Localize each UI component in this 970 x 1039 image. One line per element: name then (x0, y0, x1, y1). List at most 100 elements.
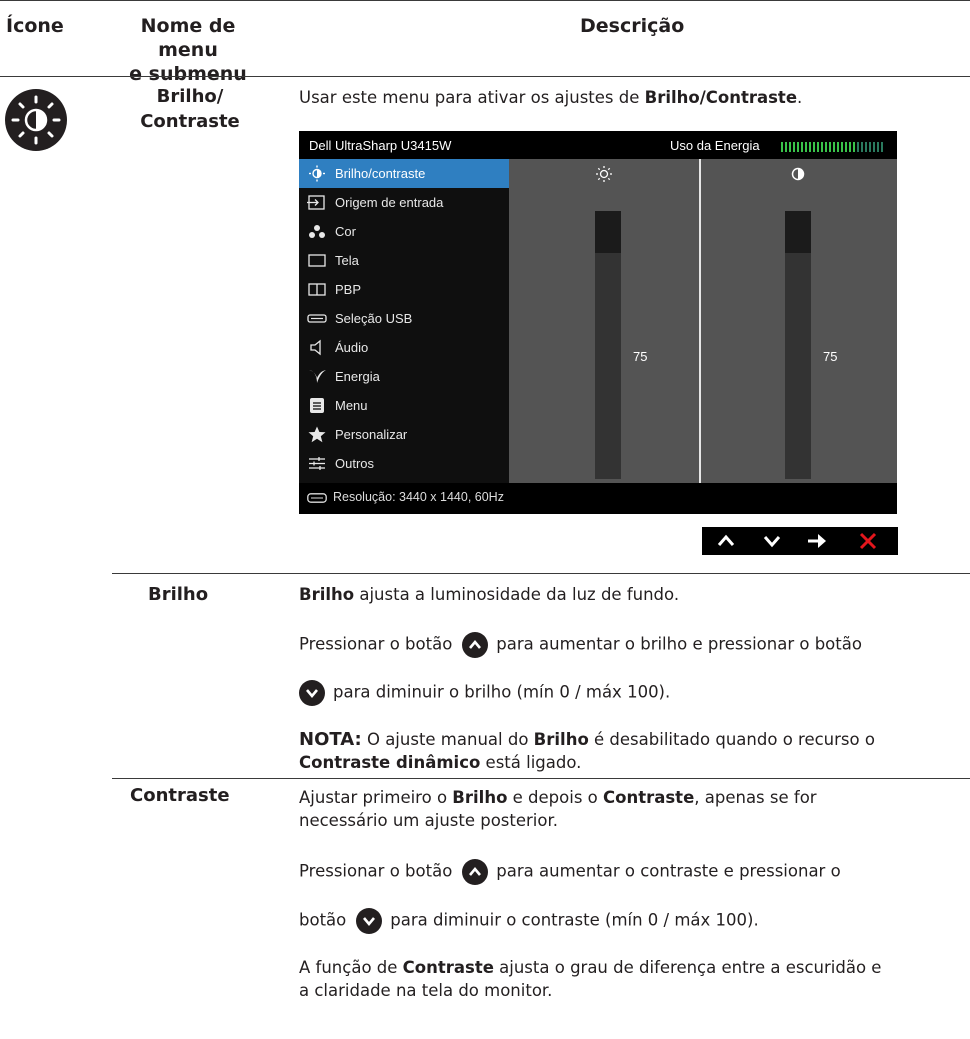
contrast-icon (791, 167, 805, 186)
energy-meter-segment (837, 142, 839, 152)
note-e: está ligado. (480, 753, 582, 772)
note-a: O ajuste manual do (361, 730, 534, 749)
energy-meter-segment (845, 142, 847, 152)
energy-meter-segment (873, 142, 875, 152)
note-b: Brilho (533, 730, 589, 749)
osd-menu: Brilho/contraste Origem de entrada Cor Tela… (299, 159, 509, 483)
osd-menu-item[interactable]: Outros (299, 449, 509, 478)
energy-meter-segment (853, 142, 855, 152)
down-button[interactable] (762, 533, 782, 553)
osd-title-bar: Dell UltraSharp U3415W Uso da Energia (299, 131, 897, 159)
sun-half-icon (307, 165, 327, 182)
top-rule (0, 0, 970, 1)
close-button[interactable] (858, 531, 878, 555)
contraste-p2: Pressionar o botão para aumentar o contra… (299, 859, 841, 885)
pbp-icon (307, 281, 327, 298)
energy-meter-segment (813, 142, 815, 152)
contrast-slider-remaining (785, 211, 811, 253)
intro-end: . (797, 88, 803, 107)
brilho-p2: Pressionar o botão para aumentar o brilho… (299, 632, 862, 658)
energy-meter-segment (793, 142, 795, 152)
contraste-p4-d: a claridade na tela do monitor. (299, 981, 553, 1000)
contraste-p1-a: Ajustar primeiro o (299, 788, 453, 807)
contraste-p3: botão para diminuir o contraste (mín 0 / … (299, 908, 759, 934)
note-c: é desabilitado quando o recurso o (588, 730, 875, 749)
sun-icon (595, 165, 613, 188)
brilho-p3-text: para diminuir o brilho (mín 0 / máx 100)… (333, 682, 671, 702)
osd-menu-item[interactable]: Áudio (299, 333, 509, 362)
brilho-p2-b: para aumentar o brilho e pressionar o bo… (496, 634, 862, 654)
star-icon (307, 426, 327, 443)
osd-menu-item-label: Personalizar (335, 427, 408, 442)
color-dots-icon (307, 223, 327, 240)
osd-menu-item[interactable]: Cor (299, 217, 509, 246)
note-label: NOTA: (299, 729, 362, 750)
display-icon (307, 252, 327, 269)
brilho-p1-rest: ajusta a luminosidade da luz de fundo. (354, 585, 680, 604)
energy-meter-segment (877, 142, 879, 152)
energy-meter-segment (849, 142, 851, 152)
up-button[interactable] (716, 533, 736, 553)
brightness-slider-remaining (595, 211, 621, 253)
up-circle-icon (462, 632, 489, 658)
osd-menu-item[interactable]: Energia (299, 362, 509, 391)
right-arrow-button[interactable] (806, 532, 828, 554)
osd-footer: Resolução: 3440 x 1440, 60Hz (299, 483, 897, 511)
section-intro: Usar este menu para ativar os ajustes de… (299, 86, 802, 109)
contraste-rule (112, 778, 970, 779)
energy-meter-segment (825, 142, 827, 152)
osd-menu-item[interactable]: PBP (299, 275, 509, 304)
contrast-panel: 75 (701, 159, 897, 483)
osd-menu-item[interactable]: Seleção USB (299, 304, 509, 333)
osd-menu-item-label: Energia (335, 369, 380, 384)
osd-resolution: Resolução: 3440 x 1440, 60Hz (333, 490, 504, 504)
contraste-p4-b: Contraste (402, 958, 494, 977)
section-title-line2: Contraste (140, 111, 240, 132)
osd-menu-item[interactable]: Brilho/contraste (299, 159, 509, 188)
energy-meter-icon (781, 140, 885, 152)
contraste-p4-a: A função de (299, 958, 403, 977)
contraste-p1-e: , apenas se for (694, 788, 817, 807)
brilho-p1-bold: Brilho (299, 585, 355, 604)
osd-menu-item[interactable]: Personalizar (299, 420, 509, 449)
contraste-p4: A função de Contraste ajusta o grau de d… (299, 956, 881, 1002)
energy-meter-segment (869, 142, 871, 152)
osd-menu-item[interactable]: Tela (299, 246, 509, 275)
brightness-value: 75 (633, 349, 648, 364)
osd-menu-item[interactable]: Menu (299, 391, 509, 420)
energy-meter-segment (821, 142, 823, 152)
osd-menu-item-label: Origem de entrada (335, 195, 444, 210)
energy-meter-segment (817, 142, 819, 152)
energy-meter-segment (789, 142, 791, 152)
brilho-rule (112, 573, 970, 574)
osd-screenshot: Dell UltraSharp U3415W Uso da Energia Br… (299, 131, 897, 514)
contrast-value: 75 (823, 349, 838, 364)
contraste-p1-c: e depois o (507, 788, 604, 807)
header-name-line1: Nome de menu (140, 15, 236, 61)
energy-meter-segment (801, 142, 803, 152)
header-rule (0, 76, 970, 77)
osd-model: Dell UltraSharp U3415W (309, 138, 452, 153)
osd-menu-item-label: Brilho/contraste (335, 166, 426, 181)
contraste-term: Contraste (130, 785, 230, 806)
contraste-p1-b: Brilho (452, 788, 508, 807)
brilho-note: NOTA: O ajuste manual do Brilho é desabi… (299, 728, 964, 774)
header-desc-column: Descrição (580, 15, 685, 37)
osd-menu-item-label: PBP (335, 282, 362, 297)
energy-meter-segment (785, 142, 787, 152)
brilho-p3: para diminuir o brilho (mín 0 / máx 100)… (299, 680, 670, 706)
contraste-p3-a: botão (299, 910, 347, 930)
brilho-p2-a: Pressionar o botão (299, 634, 453, 654)
energy-meter-segment (841, 142, 843, 152)
energy-meter-segment (797, 142, 799, 152)
brilho-term: Brilho (148, 584, 209, 605)
energy-meter-segment (861, 142, 863, 152)
energy-meter-segment (809, 142, 811, 152)
section-title: Brilho/ Contraste (130, 84, 250, 134)
note-d: Contraste dinâmico (299, 753, 481, 772)
down-circle-icon (299, 680, 325, 706)
brightness-section-icon (4, 88, 68, 152)
osd-menu-item[interactable]: Origem de entrada (299, 188, 509, 217)
osd-menu-item-label: Cor (335, 224, 356, 239)
hdmi-icon (307, 492, 327, 506)
